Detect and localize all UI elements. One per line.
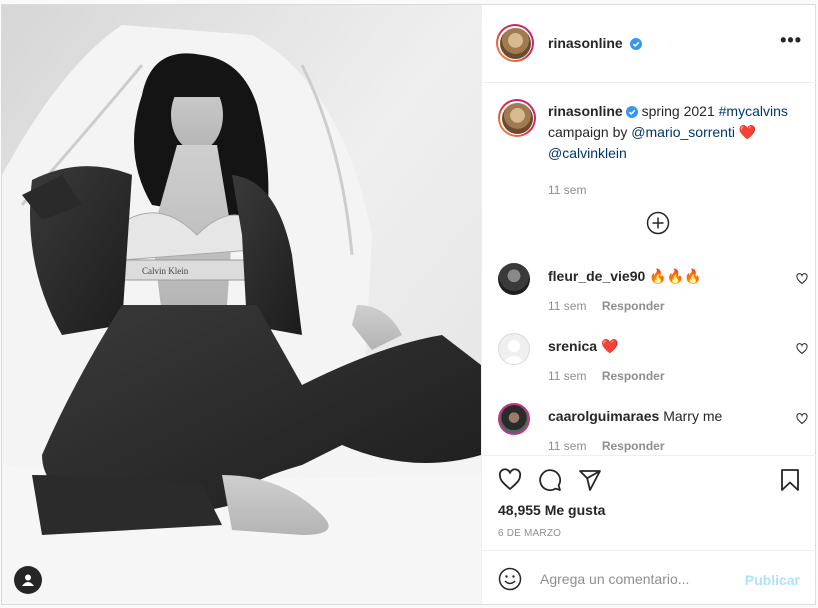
post-date[interactable]: 6 DE MARZO [498,528,561,539]
comment-username[interactable]: srenica [548,338,597,354]
waistband-text: Calvin Klein [142,266,189,276]
user-icon [22,574,34,586]
reply-button[interactable]: Responder [602,439,665,453]
hashtag-link[interactable]: #mycalvins [719,103,788,119]
post-side-panel: rinasonline ••• rinasonline spring 2021 … [481,5,816,605]
photo-illustration: Calvin Klein [2,5,481,604]
post-photo[interactable]: Calvin Klein [2,5,481,604]
comment-item: fleur_de_vie90 🔥🔥🔥 11 sem Responder [498,263,808,323]
mention-link-photographer[interactable]: @mario_sorrenti [631,124,735,140]
comment-time: 11 sem [548,439,587,453]
emoji-icon[interactable] [498,567,522,591]
post-actions: 48,955 Me gusta 6 DE MARZO [482,455,816,551]
like-comment-heart-icon[interactable] [796,343,808,355]
reply-button[interactable]: Responder [602,299,665,313]
comment-text: 🔥🔥🔥 [649,268,702,284]
save-bookmark-icon[interactable] [778,468,802,492]
verified-badge-icon [625,106,638,118]
like-comment-heart-icon[interactable] [796,413,808,425]
reply-button[interactable]: Responder [602,369,665,383]
share-paper-plane-icon[interactable] [578,468,602,492]
load-more-comments-icon[interactable] [646,211,670,235]
publish-button[interactable]: Publicar [745,572,800,588]
mention-link-brand[interactable]: @calvinklein [548,145,627,161]
more-options-button[interactable]: ••• [780,31,802,49]
profile-username[interactable]: rinasonline [548,35,623,51]
profile-avatar[interactable] [496,24,534,62]
caption-text: rinasonline spring 2021 #mycalvins campa… [548,101,808,201]
post-card: Calvin Klein rinasonline ••• rinasonline… [1,4,816,605]
comment-item: srenica ❤️ 11 sem Responder [498,333,808,393]
comment-username[interactable]: caarolguimaraes [548,408,659,424]
caption-heart-emoji: ❤️ [738,124,757,140]
likes-count[interactable]: 48,955 Me gusta [498,502,605,518]
verified-badge-icon [630,38,643,50]
tagged-users-button[interactable] [14,566,42,594]
comment-bubble-icon[interactable] [538,468,562,492]
comment-avatar[interactable] [498,333,530,365]
comment-text: Marry me [663,408,723,424]
caption-text-part-1: spring 2021 [641,103,715,119]
caption-text-part-2: campaign by [548,124,628,140]
like-comment-heart-icon[interactable] [796,273,808,285]
caption-username[interactable]: rinasonline [548,103,623,119]
comment-input[interactable] [538,565,742,593]
caption-avatar[interactable] [498,99,536,137]
add-comment-bar: Publicar [482,550,816,605]
comment-time: 11 sem [548,369,587,383]
comment-username[interactable]: fleur_de_vie90 [548,268,645,284]
comment-avatar[interactable] [498,263,530,295]
like-heart-icon[interactable] [498,468,522,492]
default-avatar-icon [502,340,526,364]
comment-time: 11 sem [548,299,587,313]
comment-avatar[interactable] [498,403,530,435]
comment-text: ❤️ [600,338,619,354]
caption-time: 11 sem [548,183,587,197]
post-header: rinasonline ••• [482,5,816,83]
comment-item: caarolguimaraes Marry me 11 sem Responde… [498,403,808,463]
